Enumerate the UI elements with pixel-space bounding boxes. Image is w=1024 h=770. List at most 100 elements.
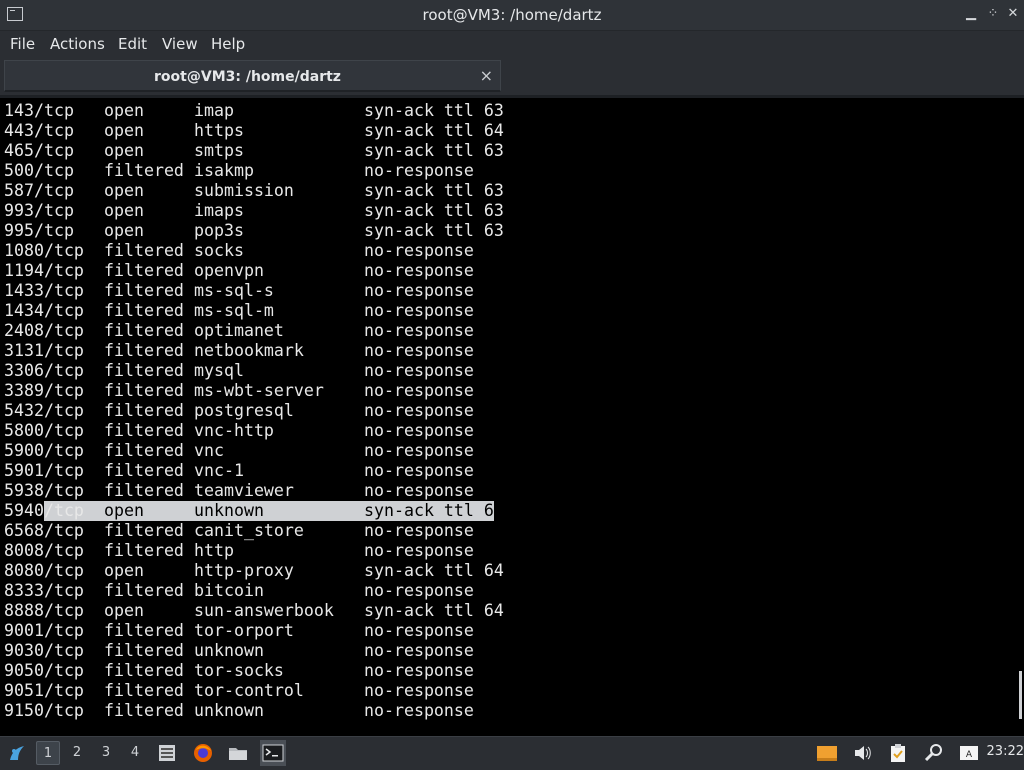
row-state: filtered — [104, 461, 184, 480]
window-title: root@VM3: /home/dartz — [422, 6, 602, 24]
row-state: filtered — [104, 421, 184, 440]
row-state: filtered — [104, 701, 184, 720]
row-port: 8888/tcp — [4, 601, 84, 620]
app-menu-icon[interactable] — [6, 742, 28, 764]
row-reason: no-response — [364, 241, 474, 260]
close-icon[interactable]: ✕ — [1006, 6, 1020, 21]
row-state: filtered — [104, 641, 184, 660]
row-state: open — [104, 561, 144, 580]
orange-tray-icon[interactable] — [816, 742, 838, 764]
row-port: 143/tcp — [4, 101, 74, 120]
row-state: open — [104, 181, 144, 200]
svg-text:A: A — [966, 750, 973, 760]
row-port: 5938/tcp — [4, 481, 84, 500]
row-service: isakmp — [194, 161, 254, 180]
row-reason: no-response — [364, 481, 474, 500]
row-port: 8008/tcp — [4, 541, 84, 560]
row-reason: syn-ack ttl 64 — [364, 121, 504, 140]
menu-actions[interactable]: Actions — [50, 35, 105, 53]
row-service: ms-sql-m — [194, 301, 274, 320]
row-reason: no-response — [364, 361, 474, 380]
row-reason: syn-ack ttl 63 — [364, 201, 504, 220]
row-service: postgresql — [194, 401, 294, 420]
row-state: filtered — [104, 581, 184, 600]
row-reason: no-response — [364, 521, 474, 540]
row-state: open — [104, 141, 144, 160]
tab-close-icon[interactable]: × — [480, 66, 493, 85]
menu-file[interactable]: File — [10, 35, 35, 53]
keyboard-layout-icon[interactable]: A — [958, 742, 980, 764]
row-service: canit_store — [194, 521, 304, 540]
row-reason: no-response — [364, 701, 474, 720]
clipboard-icon[interactable] — [887, 742, 909, 764]
row-reason: syn-ack ttl 64 — [364, 601, 504, 620]
row-reason: no-response — [364, 261, 474, 280]
row-reason: no-response — [364, 381, 474, 400]
menu-edit[interactable]: Edit — [118, 35, 147, 53]
menu-view[interactable]: View — [162, 35, 198, 53]
row-reason: no-response — [364, 621, 474, 640]
minimize-icon[interactable]: ▁ — [964, 6, 978, 21]
row-service: tor-control — [194, 681, 304, 700]
row-state: filtered — [104, 381, 184, 400]
row-port: 9051/tcp — [4, 681, 84, 700]
row-state: filtered — [104, 281, 184, 300]
row-service: http-proxy — [194, 561, 294, 580]
scrollbar-thumb[interactable] — [1019, 671, 1022, 719]
menu-help[interactable]: Help — [211, 35, 245, 53]
row-reason: syn-ack ttl 63 — [364, 141, 504, 160]
row-service: pop3s — [194, 221, 244, 240]
row-reason: syn-ack ttl 63 — [364, 221, 504, 240]
row-port: 5901/tcp — [4, 461, 84, 480]
row-service: openvpn — [194, 261, 264, 280]
firefox-icon[interactable] — [192, 742, 214, 764]
row-port: 3306/tcp — [4, 361, 84, 380]
row-port: 9001/tcp — [4, 621, 84, 640]
row-state: filtered — [104, 681, 184, 700]
row-port: 3131/tcp — [4, 341, 84, 360]
row-state: filtered — [104, 301, 184, 320]
workspace-3[interactable]: 3 — [94, 741, 118, 765]
row-service: tor-socks — [194, 661, 284, 680]
file-manager-icon[interactable] — [156, 742, 178, 764]
terminal-tab[interactable]: root@VM3: /home/dartz × — [4, 60, 501, 92]
row-port: 500/tcp — [4, 161, 74, 180]
terminal-taskbar-icon[interactable] — [260, 740, 286, 766]
tab-bar: root@VM3: /home/dartz × — [0, 57, 1024, 95]
row-state: filtered — [104, 361, 184, 380]
row-reason: no-response — [364, 421, 474, 440]
row-state: open — [104, 601, 144, 620]
row-reason: syn-ack ttl 63 — [364, 101, 504, 120]
search-icon[interactable] — [923, 742, 945, 764]
row-port: 1433/tcp — [4, 281, 84, 300]
row-reason: syn-ack ttl 63 — [364, 501, 504, 520]
volume-icon[interactable] — [851, 742, 873, 764]
row-port: 8333/tcp — [4, 581, 84, 600]
row-port: 587/tcp — [4, 181, 74, 200]
row-port: 5800/tcp — [4, 421, 84, 440]
row-state: filtered — [104, 401, 184, 420]
row-service: imap — [194, 101, 234, 120]
row-reason: no-response — [364, 301, 474, 320]
row-port: 3389/tcp — [4, 381, 84, 400]
row-port: 9030/tcp — [4, 641, 84, 660]
row-reason: no-response — [364, 341, 474, 360]
workspace-1[interactable]: 1 — [36, 741, 60, 765]
window-titlebar[interactable]: root@VM3: /home/dartz ▁ ⁘ ✕ — [0, 0, 1024, 31]
terminal-output[interactable]: 143/tcp open imap syn-ack ttl 63 443/tcp open… — [0, 95, 1024, 736]
workspace-4[interactable]: 4 — [123, 741, 147, 765]
row-port: 2408/tcp — [4, 321, 84, 340]
row-reason: no-response — [364, 641, 474, 660]
row-port: 993/tcp — [4, 201, 74, 220]
maximize-icon[interactable]: ⁘ — [986, 6, 1000, 21]
workspace-2[interactable]: 2 — [65, 741, 89, 765]
row-service: submission — [194, 181, 294, 200]
row-service: vnc — [194, 441, 224, 460]
row-service: mysql — [194, 361, 244, 380]
row-state: open — [104, 121, 144, 140]
row-reason: no-response — [364, 681, 474, 700]
folder-icon[interactable] — [227, 742, 249, 764]
row-service: unknown — [194, 501, 264, 520]
row-state: open — [104, 501, 144, 520]
clock[interactable]: 23:22 — [987, 744, 1024, 759]
